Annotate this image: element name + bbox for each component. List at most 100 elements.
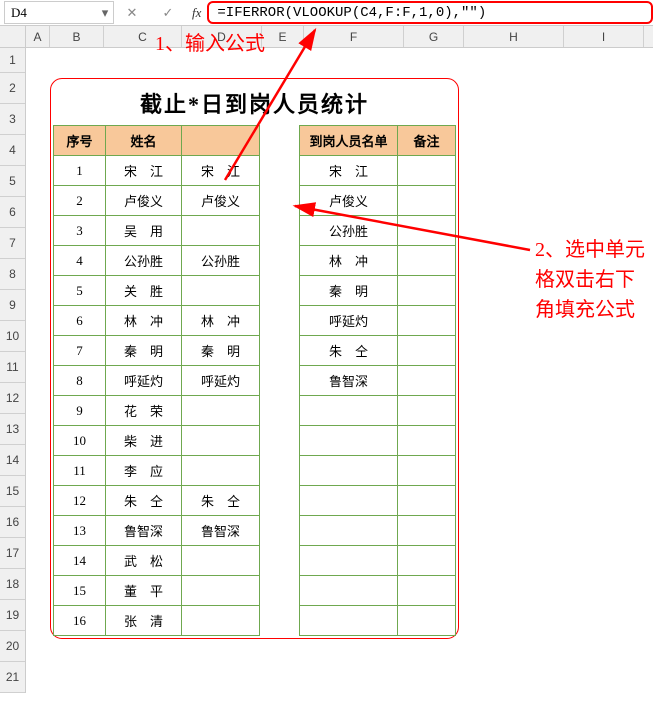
row-header[interactable]: 10 xyxy=(0,321,25,352)
cell-name[interactable]: 秦 明 xyxy=(106,336,182,366)
sheet-area[interactable]: 截止*日到岗人员统计 序号 姓名 到岗人员名单 备注 1宋 江宋 江宋 江2卢俊… xyxy=(26,48,653,693)
cell-name[interactable]: 董 平 xyxy=(106,576,182,606)
cell-note[interactable] xyxy=(398,336,456,366)
cell-check[interactable] xyxy=(182,276,260,306)
cell-roster[interactable]: 宋 江 xyxy=(300,156,398,186)
cell-roster[interactable] xyxy=(300,606,398,636)
cell-note[interactable] xyxy=(398,306,456,336)
cell-check[interactable]: 鲁智深 xyxy=(182,516,260,546)
cell-seq[interactable]: 3 xyxy=(54,216,106,246)
row-header[interactable]: 19 xyxy=(0,600,25,631)
fx-icon[interactable]: fx xyxy=(192,5,201,21)
col-header[interactable]: E xyxy=(262,26,304,47)
row-header[interactable]: 14 xyxy=(0,445,25,476)
cell-note[interactable] xyxy=(398,606,456,636)
cell-seq[interactable]: 4 xyxy=(54,246,106,276)
cell-check[interactable]: 秦 明 xyxy=(182,336,260,366)
cell-note[interactable] xyxy=(398,486,456,516)
cell-name[interactable]: 张 清 xyxy=(106,606,182,636)
cell-seq[interactable]: 6 xyxy=(54,306,106,336)
cell-name[interactable]: 鲁智深 xyxy=(106,516,182,546)
cell-roster[interactable] xyxy=(300,426,398,456)
cancel-icon[interactable]: ✕ xyxy=(120,5,144,21)
col-header[interactable]: I xyxy=(564,26,644,47)
row-header[interactable]: 6 xyxy=(0,197,25,228)
cell-check[interactable] xyxy=(182,546,260,576)
row-header[interactable]: 21 xyxy=(0,662,25,693)
cell-check[interactable] xyxy=(182,426,260,456)
cell-note[interactable] xyxy=(398,426,456,456)
cell-note[interactable] xyxy=(398,246,456,276)
cell-seq[interactable]: 14 xyxy=(54,546,106,576)
col-header[interactable]: A xyxy=(26,26,50,47)
cell-seq[interactable]: 7 xyxy=(54,336,106,366)
row-header[interactable]: 4 xyxy=(0,135,25,166)
cell-seq[interactable]: 12 xyxy=(54,486,106,516)
cell-note[interactable] xyxy=(398,216,456,246)
cell-seq[interactable]: 5 xyxy=(54,276,106,306)
cell-note[interactable] xyxy=(398,276,456,306)
row-header[interactable]: 15 xyxy=(0,476,25,507)
cell-note[interactable] xyxy=(398,186,456,216)
row-header[interactable]: 5 xyxy=(0,166,25,197)
cell-roster[interactable] xyxy=(300,516,398,546)
row-header[interactable]: 20 xyxy=(0,631,25,662)
select-all-corner[interactable] xyxy=(0,26,26,47)
row-header[interactable]: 16 xyxy=(0,507,25,538)
cell-name[interactable]: 花 荣 xyxy=(106,396,182,426)
col-header[interactable]: F xyxy=(304,26,404,47)
row-header[interactable]: 12 xyxy=(0,383,25,414)
cell-check[interactable]: 林 冲 xyxy=(182,306,260,336)
cell-roster[interactable]: 秦 明 xyxy=(300,276,398,306)
cell-check[interactable]: 公孙胜 xyxy=(182,246,260,276)
chevron-down-icon[interactable]: ▾ xyxy=(97,5,113,21)
cell-roster[interactable]: 林 冲 xyxy=(300,246,398,276)
cell-check[interactable] xyxy=(182,456,260,486)
row-header[interactable]: 7 xyxy=(0,228,25,259)
cell-name[interactable]: 李 应 xyxy=(106,456,182,486)
cell-seq[interactable]: 15 xyxy=(54,576,106,606)
cell-check[interactable] xyxy=(182,396,260,426)
cell-roster[interactable] xyxy=(300,576,398,606)
cell-roster[interactable] xyxy=(300,486,398,516)
cell-name[interactable]: 林 冲 xyxy=(106,306,182,336)
cell-name[interactable]: 朱 仝 xyxy=(106,486,182,516)
name-box[interactable]: D4 ▾ xyxy=(4,1,114,24)
cell-seq[interactable]: 1 xyxy=(54,156,106,186)
row-header[interactable]: 2 xyxy=(0,73,25,104)
cell-seq[interactable]: 11 xyxy=(54,456,106,486)
cell-note[interactable] xyxy=(398,396,456,426)
cell-roster[interactable]: 呼延灼 xyxy=(300,306,398,336)
cell-name[interactable]: 公孙胜 xyxy=(106,246,182,276)
row-header[interactable]: 9 xyxy=(0,290,25,321)
cell-check[interactable] xyxy=(182,576,260,606)
cell-roster[interactable]: 朱 仝 xyxy=(300,336,398,366)
row-header[interactable]: 17 xyxy=(0,538,25,569)
confirm-icon[interactable]: ✓ xyxy=(156,5,180,21)
cell-seq[interactable]: 13 xyxy=(54,516,106,546)
col-header[interactable]: H xyxy=(464,26,564,47)
cell-roster[interactable] xyxy=(300,456,398,486)
cell-roster[interactable] xyxy=(300,546,398,576)
cell-check[interactable]: 呼延灼 xyxy=(182,366,260,396)
cell-seq[interactable]: 10 xyxy=(54,426,106,456)
cell-seq[interactable]: 9 xyxy=(54,396,106,426)
cell-name[interactable]: 关 胜 xyxy=(106,276,182,306)
cell-note[interactable] xyxy=(398,456,456,486)
cell-roster[interactable]: 卢俊义 xyxy=(300,186,398,216)
col-header[interactable]: B xyxy=(50,26,104,47)
col-header[interactable]: G xyxy=(404,26,464,47)
formula-input[interactable]: =IFERROR(VLOOKUP(C4,F:F,1,0),"") xyxy=(207,1,653,24)
cell-roster[interactable] xyxy=(300,396,398,426)
cell-name[interactable]: 呼延灼 xyxy=(106,366,182,396)
cell-check[interactable]: 朱 仝 xyxy=(182,486,260,516)
cell-name[interactable]: 卢俊义 xyxy=(106,186,182,216)
cell-name[interactable]: 吴 用 xyxy=(106,216,182,246)
cell-seq[interactable]: 8 xyxy=(54,366,106,396)
row-header[interactable]: 11 xyxy=(0,352,25,383)
cell-name[interactable]: 宋 江 xyxy=(106,156,182,186)
cell-check[interactable] xyxy=(182,606,260,636)
cell-note[interactable] xyxy=(398,156,456,186)
row-header[interactable]: 8 xyxy=(0,259,25,290)
cell-check[interactable]: 卢俊义 xyxy=(182,186,260,216)
